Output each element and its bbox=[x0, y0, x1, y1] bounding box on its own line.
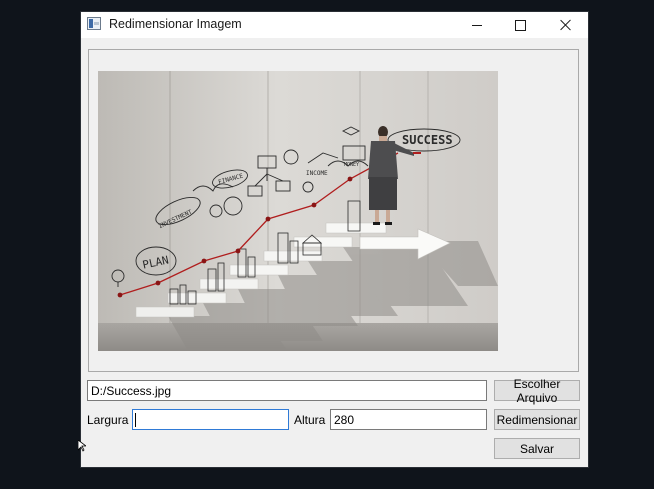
text-caret bbox=[135, 413, 136, 427]
file-path-input[interactable] bbox=[87, 380, 487, 401]
height-input[interactable] bbox=[330, 409, 487, 430]
mouse-pointer-icon bbox=[78, 440, 86, 452]
main-window: Redimensionar Imagem SUCCESS PLAN INVEST… bbox=[81, 12, 588, 467]
choose-file-button[interactable]: Escolher Arquivo bbox=[494, 377, 580, 405]
width-input[interactable] bbox=[132, 409, 289, 430]
resize-button[interactable]: Redimensionar bbox=[494, 409, 580, 430]
save-button[interactable]: Salvar bbox=[494, 438, 580, 459]
maximize-button[interactable] bbox=[497, 12, 543, 38]
height-label: Altura bbox=[294, 413, 326, 427]
doodle-money: MONEY bbox=[344, 162, 359, 168]
close-icon bbox=[560, 19, 572, 31]
app-icon bbox=[87, 17, 101, 30]
minimize-button[interactable] bbox=[454, 12, 500, 38]
image-preview-frame: SUCCESS PLAN INVESTMENT FINANCE INCOME M… bbox=[88, 49, 579, 372]
doodle-success: SUCCESS bbox=[402, 133, 453, 147]
preview-image: SUCCESS PLAN INVESTMENT FINANCE INCOME M… bbox=[98, 71, 498, 351]
close-button[interactable] bbox=[543, 12, 589, 38]
maximize-icon bbox=[514, 19, 526, 31]
title-bar[interactable]: Redimensionar Imagem bbox=[81, 12, 588, 38]
image-preview: SUCCESS PLAN INVESTMENT FINANCE INCOME M… bbox=[98, 71, 498, 351]
minimize-icon bbox=[472, 24, 482, 26]
window-title: Redimensionar Imagem bbox=[109, 17, 242, 31]
width-label: Largura bbox=[87, 413, 129, 427]
doodle-income: INCOME bbox=[306, 170, 328, 177]
